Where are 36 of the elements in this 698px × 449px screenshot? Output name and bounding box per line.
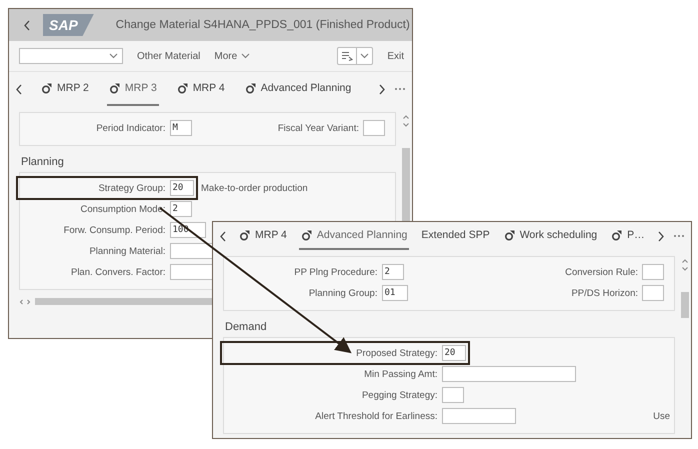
section-title: Demand — [224, 320, 268, 335]
tab[interactable]: MRP 2 — [39, 72, 91, 106]
field-description: Make-to-order production — [201, 182, 308, 194]
field-label: Planning Material: — [89, 246, 166, 256]
tab[interactable]: Advanced Planning — [242, 72, 354, 106]
exit-button[interactable]: Exit — [387, 50, 404, 62]
field-label: Pegging Strategy: — [362, 390, 438, 400]
field-label: Strategy Group: — [98, 182, 166, 194]
input-field[interactable]: 2 — [382, 264, 404, 280]
field-label: Alert Threshold for Earliness: — [315, 410, 438, 422]
tab[interactable]: P… — [609, 222, 647, 250]
tab[interactable]: Extended SPP — [419, 222, 492, 250]
input-field[interactable]: M — [170, 120, 192, 136]
field-label: Min Passing Amt: — [364, 368, 438, 380]
logo: SAP — [43, 14, 94, 36]
tab[interactable]: MRP 4 — [174, 72, 227, 106]
field-label: Planning Group: — [308, 288, 378, 298]
toolbar-button[interactable]: Other Material — [137, 50, 200, 62]
tab[interactable]: Work scheduling — [502, 222, 600, 250]
field-label: Conversion Rule: — [565, 266, 638, 278]
field-label: Forw. Consump. Period: — [64, 224, 166, 236]
field-label: Plan. Convers. Factor: — [70, 266, 166, 278]
window-title: Change Material S4HANA_PPDS_001 (Finished Product) — [116, 19, 410, 31]
input-field[interactable]: 20 — [442, 345, 466, 361]
field-label: Period Indicator: — [96, 122, 166, 134]
field-label: PP Plng Procedure: — [294, 266, 378, 278]
input-field[interactable]: 01 — [382, 285, 408, 301]
input-field[interactable]: 2 — [170, 201, 192, 217]
input-field[interactable]: 20 — [170, 180, 194, 196]
section-title: Planning — [20, 155, 65, 170]
field-label: Fiscal Year Variant: — [278, 122, 359, 134]
toolbar-button[interactable]: More — [214, 50, 250, 62]
field-label: Proposed Strategy: — [356, 348, 438, 358]
field-label: PP/DS Horizon: — [571, 288, 638, 298]
tab[interactable]: MRP 4 — [237, 222, 289, 250]
field-label: Use — [653, 410, 671, 422]
